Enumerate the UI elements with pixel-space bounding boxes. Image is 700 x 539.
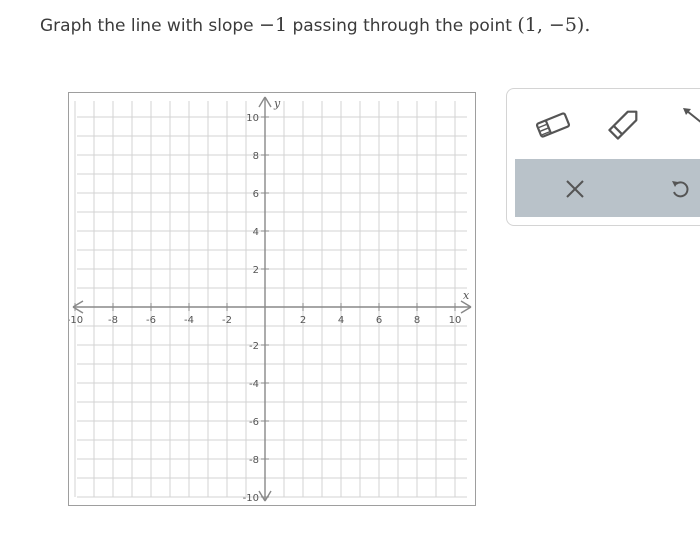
y-tick-label: -8: [249, 455, 259, 466]
graph-panel[interactable]: -10 -8 -6 -4 -2 2 4 6 8 10 10 8 6 4 2 -2 -4 -6 -8 -10 x y: [68, 92, 476, 506]
x-tick-label: 4: [338, 315, 344, 326]
clear-button[interactable]: [545, 169, 605, 209]
x-tick-label: -4: [184, 315, 194, 326]
slope-value: −1: [259, 14, 288, 36]
close-icon: [566, 180, 584, 198]
question-text: Graph the line with slope −1 passing thr…: [40, 14, 590, 36]
y-axis-label: y: [273, 97, 281, 110]
action-bar: [515, 159, 700, 217]
arrow-icon: [683, 108, 700, 123]
y-tick-label: 6: [253, 189, 259, 200]
y-tick-label: 4: [253, 227, 259, 238]
y-tick-label: 10: [246, 113, 259, 124]
question-prefix: Graph the line with slope: [40, 16, 260, 36]
pencil-button[interactable]: [603, 103, 647, 143]
y-tick-label: 2: [253, 265, 259, 276]
undo-icon: [672, 181, 689, 198]
pencil-icon: [608, 110, 638, 140]
eraser-button[interactable]: [531, 105, 575, 145]
x-tick-label: -6: [146, 315, 156, 326]
coordinate-grid[interactable]: -10 -8 -6 -4 -2 2 4 6 8 10 10 8 6 4 2 -2 -4 -6 -8 -10 x y: [69, 93, 475, 505]
x-tick-label: 2: [300, 315, 306, 326]
y-tick-label: -6: [249, 417, 259, 428]
x-tick-label: 10: [449, 315, 462, 326]
undo-button[interactable]: [655, 169, 700, 209]
y-tick-label: -2: [249, 341, 259, 352]
x-tick-label: -10: [69, 315, 83, 326]
x-tick-label: 6: [376, 315, 382, 326]
point-value: (1, −5).: [517, 14, 591, 36]
question-middle: passing through the point: [287, 16, 518, 36]
eraser-icon: [535, 112, 571, 138]
tool-panel: [506, 88, 700, 226]
y-tick-label: -4: [249, 379, 259, 390]
y-tick-label: 8: [253, 151, 259, 162]
x-axis-label: x: [463, 289, 470, 302]
x-tick-label: -2: [222, 315, 232, 326]
arrow-tool-button[interactable]: [677, 101, 700, 131]
x-tick-label: 8: [414, 315, 420, 326]
y-tick-label: -10: [243, 493, 259, 504]
x-tick-label: -8: [108, 315, 118, 326]
